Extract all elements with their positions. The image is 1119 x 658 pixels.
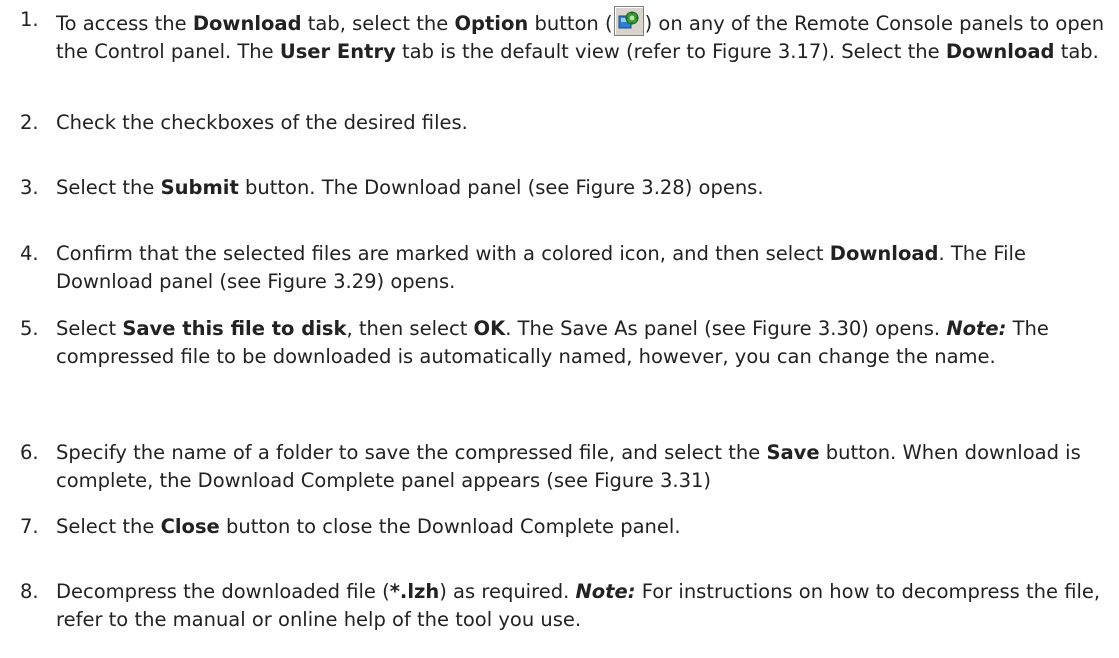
step-text: Select Save this file to disk, then sele… bbox=[56, 315, 1106, 370]
step-text-run: , then select bbox=[346, 317, 474, 340]
step-number: 8. bbox=[20, 580, 39, 603]
step-text: Specify the name of a folder to save the… bbox=[56, 439, 1106, 494]
step-text-run: To access the bbox=[56, 12, 193, 35]
step-number: 2. bbox=[20, 111, 39, 134]
ui-term: Download bbox=[829, 242, 939, 265]
step-number: 4. bbox=[20, 242, 39, 265]
step-number: 3. bbox=[20, 176, 39, 199]
ui-term: Option bbox=[454, 12, 529, 35]
ui-term: Download bbox=[945, 39, 1055, 63]
step-number: 5. bbox=[20, 317, 39, 340]
ui-term: OK bbox=[473, 317, 506, 340]
step-text-run: tab, select the bbox=[301, 12, 455, 35]
step-text-run: Confirm that the selected files are mark… bbox=[56, 242, 830, 265]
step-text-run: ) as required. bbox=[439, 580, 576, 603]
step-text-run: Check the checkboxes of the desired file… bbox=[56, 111, 468, 134]
step-text-run: . The Save As panel (see Figure 3.30) op… bbox=[505, 317, 947, 340]
ui-term: User Entry bbox=[279, 39, 396, 63]
step-text: Select the Close button to close the Dow… bbox=[56, 513, 1106, 541]
note-label: Note: bbox=[946, 317, 1007, 340]
step-text-run: button to close the Download Complete pa… bbox=[219, 515, 681, 538]
step-text-run: Select the bbox=[56, 515, 161, 538]
step-text-run: Specify the name of a folder to save the… bbox=[56, 441, 767, 464]
step-text: Select the Submit button. The Download p… bbox=[56, 174, 1106, 202]
step-text: Decompress the downloaded file (*.lzh) a… bbox=[56, 578, 1106, 633]
option-icon bbox=[613, 6, 644, 36]
step-text-run: Decompress the downloaded file ( bbox=[56, 580, 390, 603]
ui-term: *.lzh bbox=[389, 580, 440, 603]
step-number: 1. bbox=[20, 8, 39, 31]
step-text-run: Select bbox=[56, 317, 123, 340]
step-number: 7. bbox=[20, 515, 39, 538]
note-label: Note: bbox=[575, 580, 636, 603]
step-text: To access the Download tab, select the O… bbox=[56, 6, 1106, 65]
ui-term: Close bbox=[160, 515, 220, 538]
ui-term: Save this file to disk bbox=[122, 317, 347, 340]
step-text: Confirm that the selected files are mark… bbox=[56, 240, 1106, 295]
step-text-run: button. The Download panel (see Figure 3… bbox=[238, 176, 764, 199]
step-number: 6. bbox=[20, 441, 39, 464]
step-text-run: tab. bbox=[1054, 39, 1099, 63]
ui-term: Submit bbox=[160, 176, 239, 199]
step-text-run: tab is the default view (refer to Figure… bbox=[395, 39, 946, 63]
ui-term: Download bbox=[192, 12, 302, 35]
step-text: Check the checkboxes of the desired file… bbox=[56, 109, 1106, 137]
step-text-run: Select the bbox=[56, 176, 161, 199]
ui-term: Save bbox=[766, 441, 820, 464]
step-text-run: button ( bbox=[528, 12, 613, 35]
